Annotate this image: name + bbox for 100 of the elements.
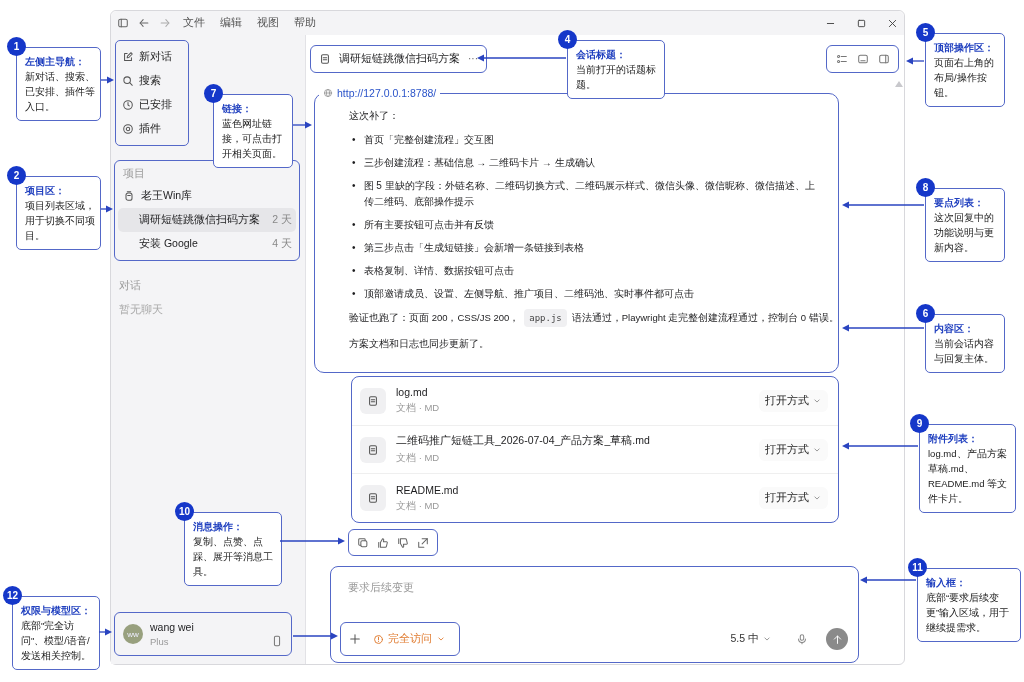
right-panel-icon[interactable]: [877, 52, 890, 65]
callout-title: 链接：: [222, 102, 253, 116]
nav-item[interactable]: 新对话: [122, 45, 182, 69]
callout-text: log.md、产品方案草稿.md、README.md 等文件卡片。: [928, 447, 1009, 506]
user-plan: Plus: [150, 636, 170, 647]
bullet-marker: •: [351, 218, 356, 232]
copy-icon[interactable]: [357, 536, 369, 549]
bullet-item: 所有主要按钮可点击并有反馈: [363, 218, 494, 232]
callout-text: 复制、点赞、点踩、展开等消息工具。: [193, 535, 274, 579]
info-icon: [373, 633, 384, 645]
microphone-icon[interactable]: [796, 633, 808, 645]
bullet-marker: •: [351, 264, 356, 278]
bullet-marker: •: [351, 241, 356, 255]
chat-title-tab[interactable]: 调研短链跳微信扫码方案 ···: [310, 44, 487, 73]
callout-number: 6: [916, 304, 935, 323]
bullet-item: 三步创建流程：基础信息 → 二维码卡片 → 生成确认: [363, 156, 595, 170]
callout-number: 1: [7, 37, 26, 56]
callout-arrow: [292, 121, 312, 129]
send-button[interactable]: [826, 628, 848, 650]
callout-title: 会话标题：: [576, 48, 627, 62]
callout-text: 蓝色网址链接，可点击打开相关页面。: [222, 117, 283, 161]
callout-text: 底部"完全访问"、模型/语音/发送相关控制。: [21, 619, 92, 663]
bullet-marker: •: [351, 133, 356, 147]
callout-text: 底部“要求后续变更”输入区域，用于继续提需求。: [926, 591, 1011, 635]
section-label: 项目: [122, 166, 146, 181]
plus-icon[interactable]: [349, 633, 361, 645]
nav-item[interactable]: 搜索: [122, 69, 182, 93]
callout-title: 左侧主导航：: [25, 55, 86, 69]
nav-item[interactable]: 插件: [122, 117, 182, 141]
bullet-item: 图 5 里缺的字段：外链名称、二维码切换方式、二维码展示样式、微信头像、微信昵称、微信描述、上传二维码、底部操作提示: [363, 179, 816, 209]
project-folder[interactable]: 老王Win库: [118, 183, 296, 208]
more-button[interactable]: ···: [468, 53, 478, 64]
bullet-item: 顶部邀请成员、设置、左侧导航、推广项目、二维码池、实时事件都可点击: [363, 287, 694, 301]
callout-text: 当前会话内容与回复主体。: [934, 337, 995, 366]
maximize-icon[interactable]: [856, 17, 867, 29]
menu-item[interactable]: 编辑: [220, 16, 242, 30]
open-with-button[interactable]: 打开方式: [759, 389, 828, 412]
callout-text: 新对话、搜索、已安排、插件等入口。: [25, 70, 95, 114]
callout-title: 顶部操作区：: [934, 41, 995, 55]
phone-icon[interactable]: [271, 635, 283, 647]
callout-title: 内容区：: [934, 322, 975, 336]
section-label: 对话: [118, 278, 142, 293]
file-name: 二维码推广短链工具_2026-07-04_产品方案_草稿.md: [396, 434, 651, 448]
thumbs-up-icon[interactable]: [377, 536, 389, 549]
callout-title: 要点列表：: [934, 196, 985, 210]
file-type: 文档 · MD: [396, 452, 441, 465]
project-chat-item[interactable]: 调研短链跳微信扫码方案 2 天: [118, 208, 296, 232]
bullet-marker: •: [351, 287, 356, 301]
at-sign-icon: [122, 123, 134, 135]
message-text: 这次补了：: [349, 109, 400, 123]
avatar: ww: [123, 624, 143, 644]
file-type: 文档 · MD: [396, 402, 441, 416]
search-icon: [122, 75, 134, 87]
callout-arrow: [100, 205, 113, 213]
callout-arrow: [98, 628, 112, 636]
callout-number: 2: [7, 166, 26, 185]
message-text: 方案文档和日志也同步更新了。: [349, 337, 490, 351]
sidebar-toggle-icon[interactable]: [117, 17, 129, 29]
close-icon[interactable]: [887, 17, 898, 29]
bullet-marker: •: [351, 156, 356, 170]
file-icon: [360, 485, 386, 512]
project-chat-item[interactable]: 安装 Google 4 天: [118, 232, 296, 256]
callout-number: 5: [916, 23, 935, 42]
callout-text: 项目列表区域，用于切换不同项目。: [25, 199, 95, 243]
bullet-item: 首页「完整创建流程」交互图: [363, 133, 494, 147]
callout-title: 权限与模型区：: [21, 604, 92, 618]
callout-title: 附件列表：: [928, 432, 979, 446]
callout-number: 8: [916, 178, 935, 197]
message-input-field[interactable]: 要求后续变更 完全访问 5.5 中: [330, 566, 859, 663]
nav-item[interactable]: 已安排: [122, 93, 182, 117]
model-dropdown[interactable]: 5.5 中: [730, 632, 772, 646]
open-with-button[interactable]: 打开方式: [759, 438, 828, 461]
clock-icon: [122, 99, 134, 111]
callout-text: 当前打开的话题标题。: [576, 63, 657, 92]
chat-age: 2 天: [272, 213, 292, 227]
callout-arrow: [906, 57, 925, 65]
code-chip: app.js: [524, 309, 567, 327]
message-input[interactable]: 要求后续变更: [340, 573, 848, 601]
menu-item[interactable]: 文件: [183, 16, 205, 30]
callout-arrow: [279, 537, 345, 545]
menu-item[interactable]: 帮助: [294, 16, 316, 30]
bullet-item: 表格复制、详情、数据按钮可点击: [363, 264, 514, 278]
callout-number: 11: [908, 558, 927, 577]
bullet-item: 第三步点击「生成短链接」会新增一条链接到表格: [363, 241, 584, 255]
file-name: log.md: [396, 386, 429, 399]
callout-title: 输入框：: [926, 576, 967, 590]
user-panel[interactable]: ww wang wei Plus: [114, 612, 292, 656]
callout-arrow: [292, 632, 338, 640]
menu-item[interactable]: 视图: [257, 16, 279, 30]
file-type: 文档 · MD: [396, 499, 441, 513]
open-with-button[interactable]: 打开方式: [759, 487, 828, 510]
callout-arrow: [860, 576, 917, 584]
bullet-marker: •: [351, 179, 356, 193]
expand-icon[interactable]: [417, 536, 429, 549]
back-arrow-icon[interactable]: [138, 17, 150, 29]
thumbs-down-icon[interactable]: [397, 536, 409, 549]
callout-number: 12: [3, 586, 22, 605]
arrow-up-icon: [831, 633, 843, 645]
bottom-panel-icon[interactable]: [856, 52, 869, 65]
list-icon[interactable]: [835, 52, 848, 65]
